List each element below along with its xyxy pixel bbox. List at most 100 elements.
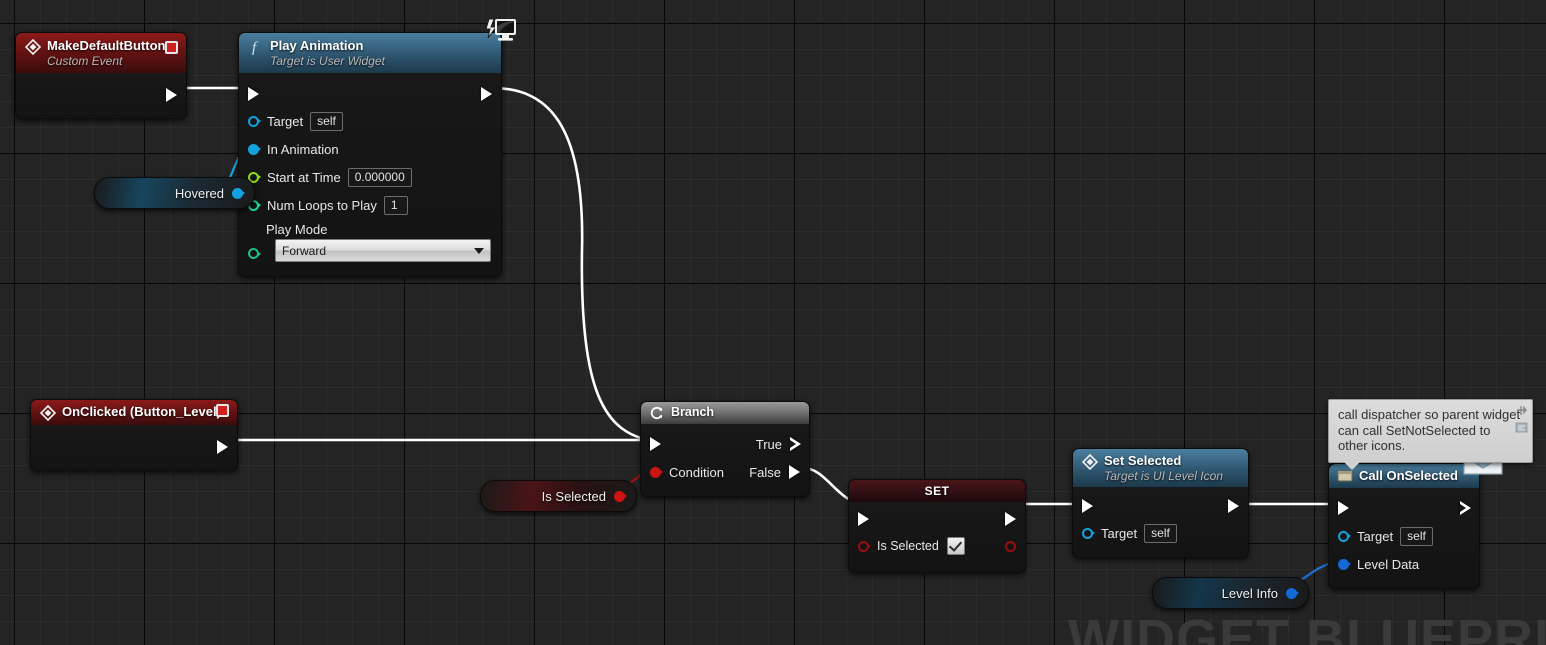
pin-row-exec-out[interactable] <box>31 435 237 458</box>
exec-out-pin[interactable] <box>481 87 492 101</box>
wire-layer <box>183 86 1341 593</box>
is-selected-checkbox[interactable] <box>946 537 965 555</box>
node-header: OnClicked (Button_Level) <box>31 400 237 425</box>
play-mode-pin[interactable] <box>248 248 259 259</box>
exec-out-pin[interactable] <box>217 439 228 454</box>
pin-row-exec[interactable] <box>1329 494 1479 522</box>
target-pin[interactable] <box>1338 530 1349 542</box>
pin-label-start-at-time: Start at Time <box>267 169 341 185</box>
event-diamond-icon <box>40 405 56 421</box>
pin-label-in-animation: In Animation <box>267 141 339 157</box>
exec-in-pin[interactable] <box>1082 499 1093 513</box>
pin-row-target[interactable]: Target self <box>1329 522 1479 550</box>
comment-bubble-tail <box>1343 460 1361 470</box>
node-title: SET <box>924 484 950 498</box>
pin-row-in-animation[interactable]: In Animation <box>239 135 501 163</box>
node-title: Play Animation <box>270 38 364 53</box>
target-value[interactable]: self <box>310 111 343 131</box>
exec-in-pin[interactable] <box>650 437 661 451</box>
branch-loop-icon <box>650 406 663 420</box>
node-on-clicked-button-level[interactable]: OnClicked (Button_Level) <box>30 399 238 471</box>
blueprint-graph-canvas[interactable]: WIDGET BLUEPRIN MakeDefaultButton Custom… <box>0 0 1546 645</box>
play-mode-value: Forward <box>282 243 327 258</box>
dispatcher-card-icon <box>1337 470 1353 482</box>
blueprint-monitor-icon[interactable] <box>484 16 518 46</box>
target-value[interactable]: self <box>1400 526 1433 546</box>
false-exec-pin[interactable] <box>789 465 800 479</box>
comment-bubble-icons <box>1515 404 1528 434</box>
node-header: f Play Animation Target is User Widget <box>239 33 501 73</box>
target-pin[interactable] <box>1082 527 1093 539</box>
watermark-text: WIDGET BLUEPRIN <box>1068 609 1546 645</box>
stop-square-icon[interactable] <box>165 41 178 54</box>
target-pin[interactable] <box>248 115 259 127</box>
node-title: OnClicked (Button_Level) <box>62 404 221 419</box>
play-mode-group: Play Mode Forward <box>239 222 501 268</box>
pin-row-level-data[interactable]: Level Data <box>1329 550 1479 578</box>
svg-text:f: f <box>252 40 258 55</box>
exec-out-pin[interactable] <box>1228 499 1239 513</box>
num-loops-input[interactable]: 1 <box>383 195 408 215</box>
is-selected-output-pin[interactable] <box>1005 540 1016 552</box>
comment-bubble[interactable]: call dispatcher so parent widget can cal… <box>1328 399 1533 470</box>
function-f-icon: f <box>252 40 258 55</box>
pin-row-target[interactable]: Target self <box>1073 519 1248 547</box>
level-data-pin[interactable] <box>1338 558 1349 570</box>
getter-is-selected[interactable]: Is Selected <box>480 480 637 512</box>
node-header: Set Selected Target is UI Level Icon <box>1073 449 1248 487</box>
condition-pin[interactable] <box>650 466 661 478</box>
pin-row-condition-false[interactable]: Condition False <box>641 458 809 486</box>
node-body: Target self In Animation Start at Time 0… <box>239 73 501 276</box>
pin-row-num-loops[interactable]: Num Loops to Play 1 <box>239 191 501 219</box>
node-title: Set Selected <box>1104 453 1182 468</box>
node-header: SET <box>849 480 1025 502</box>
level-info-output-pin[interactable] <box>1286 587 1297 599</box>
pin-row-exec[interactable] <box>239 81 501 107</box>
pin-row-exec[interactable] <box>849 506 1025 532</box>
pin-label-target: Target <box>1101 525 1138 541</box>
pin-row-is-selected[interactable]: Is Selected <box>849 532 1025 560</box>
node-branch[interactable]: Branch True Condition False <box>640 401 810 497</box>
comment-bubble-text: call dispatcher so parent widget can cal… <box>1338 407 1521 453</box>
exec-out-pin[interactable] <box>1460 501 1471 515</box>
is-selected-input-pin[interactable] <box>858 540 869 552</box>
node-play-animation[interactable]: f Play Animation Target is User Widget T… <box>238 32 502 277</box>
hovered-output-pin[interactable] <box>232 187 243 199</box>
pin-label-is-selected: Is Selected <box>877 539 939 553</box>
node-title: MakeDefaultButton <box>47 38 166 53</box>
true-exec-pin[interactable] <box>790 437 801 451</box>
pin-label-play-mode: Play Mode <box>266 222 328 237</box>
exec-in-pin[interactable] <box>1338 501 1349 515</box>
getter-label-is-selected: Is Selected <box>541 488 606 504</box>
play-mode-dropdown[interactable]: Forward <box>275 239 491 262</box>
pin-row-target[interactable]: Target self <box>239 107 501 135</box>
pin-row-start-at-time[interactable]: Start at Time 0.000000 <box>239 163 501 191</box>
node-make-default-button[interactable]: MakeDefaultButton Custom Event <box>15 32 187 119</box>
node-body: Target self Level Data <box>1329 488 1479 588</box>
getter-level-info[interactable]: Level Info <box>1152 577 1309 609</box>
pin-row-exec-out[interactable] <box>16 83 186 106</box>
wire-exec-playanim-branch <box>491 86 651 442</box>
text-align-icon[interactable] <box>1515 421 1528 434</box>
getter-hovered[interactable]: Hovered <box>94 177 255 209</box>
node-set-selected[interactable]: Set Selected Target is UI Level Icon Tar… <box>1072 448 1249 558</box>
target-value[interactable]: self <box>1144 523 1177 543</box>
pin-icon[interactable] <box>1515 404 1528 417</box>
exec-out-pin[interactable] <box>1005 512 1016 526</box>
is-selected-output-pin[interactable] <box>614 490 625 502</box>
pin-label-target: Target <box>1357 528 1394 544</box>
getter-label-hovered: Hovered <box>174 185 224 201</box>
pin-row-exec-true[interactable]: True <box>641 430 809 458</box>
exec-out-pin[interactable] <box>166 87 177 102</box>
exec-in-pin[interactable] <box>858 512 869 526</box>
in-animation-pin[interactable] <box>248 143 259 155</box>
chevron-down-icon <box>474 247 484 254</box>
pin-row-exec[interactable] <box>1073 493 1248 519</box>
stop-square-icon[interactable] <box>216 404 229 417</box>
node-set-is-selected[interactable]: SET Is Selected <box>848 479 1026 573</box>
start-at-time-input[interactable]: 0.000000 <box>347 167 412 187</box>
exec-in-pin[interactable] <box>248 87 259 101</box>
node-body: Is Selected <box>849 502 1025 572</box>
node-call-on-selected[interactable]: Call OnSelected Target self Level Data <box>1328 449 1503 589</box>
node-subtitle: Target is UI Level Icon <box>1104 469 1223 483</box>
